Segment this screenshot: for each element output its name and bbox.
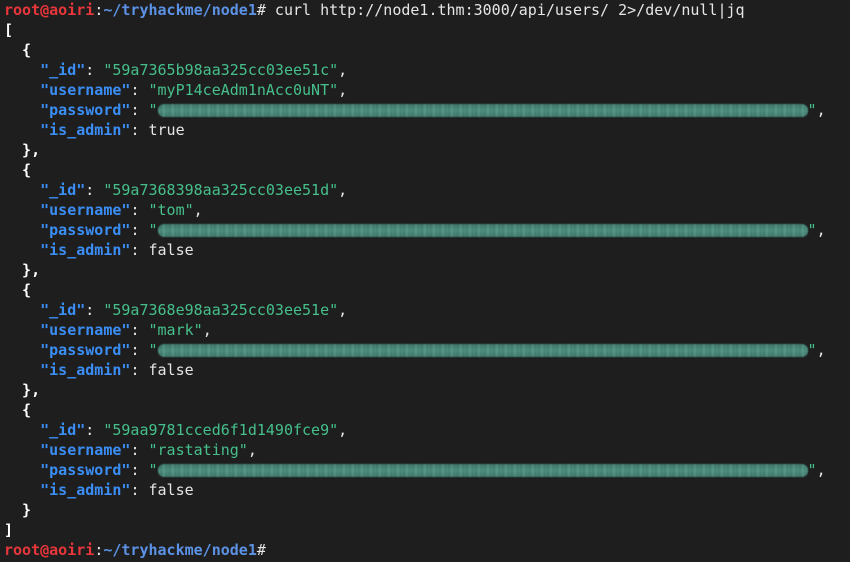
json-field-is-admin: "is_admin": false [40, 241, 194, 259]
username-value: "myP14ceAdm1nAcc0uNT" [148, 81, 339, 99]
user-id-value: "59a7368398aa325cc03ee51d" [103, 181, 339, 199]
json-field-password: "password": " ", [40, 341, 826, 359]
command-line: root@aoiri:~/tryhackme/node1# curl http:… [4, 0, 745, 20]
key-is-admin: "is_admin" [40, 121, 131, 139]
terminal-window[interactable]: root@aoiri:~/tryhackme/node1# curl http:… [0, 0, 850, 562]
username-value: "rastating" [148, 441, 248, 459]
redacted-password [157, 224, 808, 237]
json-close-bracket: ] [4, 521, 14, 539]
user-id-value: "59a7365b98aa325cc03ee51c" [103, 61, 339, 79]
object-open-brace: { [4, 161, 32, 179]
key-is-admin: "is_admin" [40, 241, 131, 259]
object-close-brace: }, [4, 381, 41, 399]
json-field-id: "_id": "59a7368398aa325cc03ee51d", [40, 181, 348, 199]
password-quote: " [807, 341, 817, 359]
prompt-user-host: root@aoiri [4, 1, 95, 19]
json-field-username: "username": "mark", [40, 321, 212, 339]
is-admin-value: true [148, 121, 185, 139]
json-field-username: "username": "tom", [40, 201, 203, 219]
password-quote: " [807, 461, 817, 479]
key-is-admin: "is_admin" [40, 481, 131, 499]
user-id-value: "59a7368e98aa325cc03ee51e" [103, 301, 339, 319]
json-field-password: "password": " ", [40, 461, 826, 479]
json-open-bracket: [ [4, 21, 14, 39]
user-id-value: "59aa9781cced6f1d1490fce9" [103, 421, 339, 439]
prompt-symbol: # [256, 1, 266, 19]
prompt-separator: : [94, 1, 104, 19]
redacted-password [157, 464, 808, 477]
key-username: "username" [40, 201, 131, 219]
json-field-username: "username": "rastating", [40, 441, 257, 459]
password-quote: " [148, 101, 158, 119]
key-id: "_id" [40, 61, 86, 79]
username-value: "tom" [148, 201, 194, 219]
password-quote: " [148, 341, 158, 359]
json-field-id: "_id": "59a7365b98aa325cc03ee51c", [40, 61, 348, 79]
is-admin-value: false [148, 481, 194, 499]
username-value: "mark" [148, 321, 203, 339]
prompt-symbol: # [256, 541, 266, 559]
password-quote: " [807, 101, 817, 119]
key-id: "_id" [40, 181, 86, 199]
object-open-brace: { [4, 41, 32, 59]
password-quote: " [807, 221, 817, 239]
key-username: "username" [40, 441, 131, 459]
json-field-is-admin: "is_admin": false [40, 481, 194, 499]
json-field-is-admin: "is_admin": false [40, 361, 194, 379]
password-quote: " [148, 461, 158, 479]
object-close-brace: }, [4, 141, 41, 159]
object-close-brace: }, [4, 261, 41, 279]
command-text: curl http://node1.thm:3000/api/users/ 2>… [265, 1, 745, 19]
key-username: "username" [40, 321, 131, 339]
redacted-password [157, 344, 808, 357]
redacted-password [157, 104, 808, 117]
key-password: "password" [40, 461, 131, 479]
json-field-password: "password": " ", [40, 101, 826, 119]
is-admin-value: false [148, 241, 194, 259]
prompt-line[interactable]: root@aoiri:~/tryhackme/node1# [4, 540, 266, 560]
json-field-id: "_id": "59aa9781cced6f1d1490fce9", [40, 421, 348, 439]
json-field-is-admin: "is_admin": true [40, 121, 185, 139]
key-password: "password" [40, 341, 131, 359]
password-quote: " [148, 221, 158, 239]
object-close-brace: } [4, 501, 32, 519]
key-password: "password" [40, 221, 131, 239]
is-admin-value: false [148, 361, 194, 379]
key-password: "password" [40, 101, 131, 119]
json-field-username: "username": "myP14ceAdm1nAcc0uNT", [40, 81, 348, 99]
json-field-id: "_id": "59a7368e98aa325cc03ee51e", [40, 301, 348, 319]
object-open-brace: { [4, 401, 32, 419]
json-field-password: "password": " ", [40, 221, 826, 239]
key-id: "_id" [40, 301, 86, 319]
prompt-path: ~/tryhackme/node1 [103, 541, 257, 559]
object-open-brace: { [4, 281, 32, 299]
key-id: "_id" [40, 421, 86, 439]
key-is-admin: "is_admin" [40, 361, 131, 379]
prompt-path: ~/tryhackme/node1 [103, 1, 257, 19]
prompt-separator: : [94, 541, 104, 559]
prompt-user-host: root@aoiri [4, 541, 95, 559]
key-username: "username" [40, 81, 131, 99]
